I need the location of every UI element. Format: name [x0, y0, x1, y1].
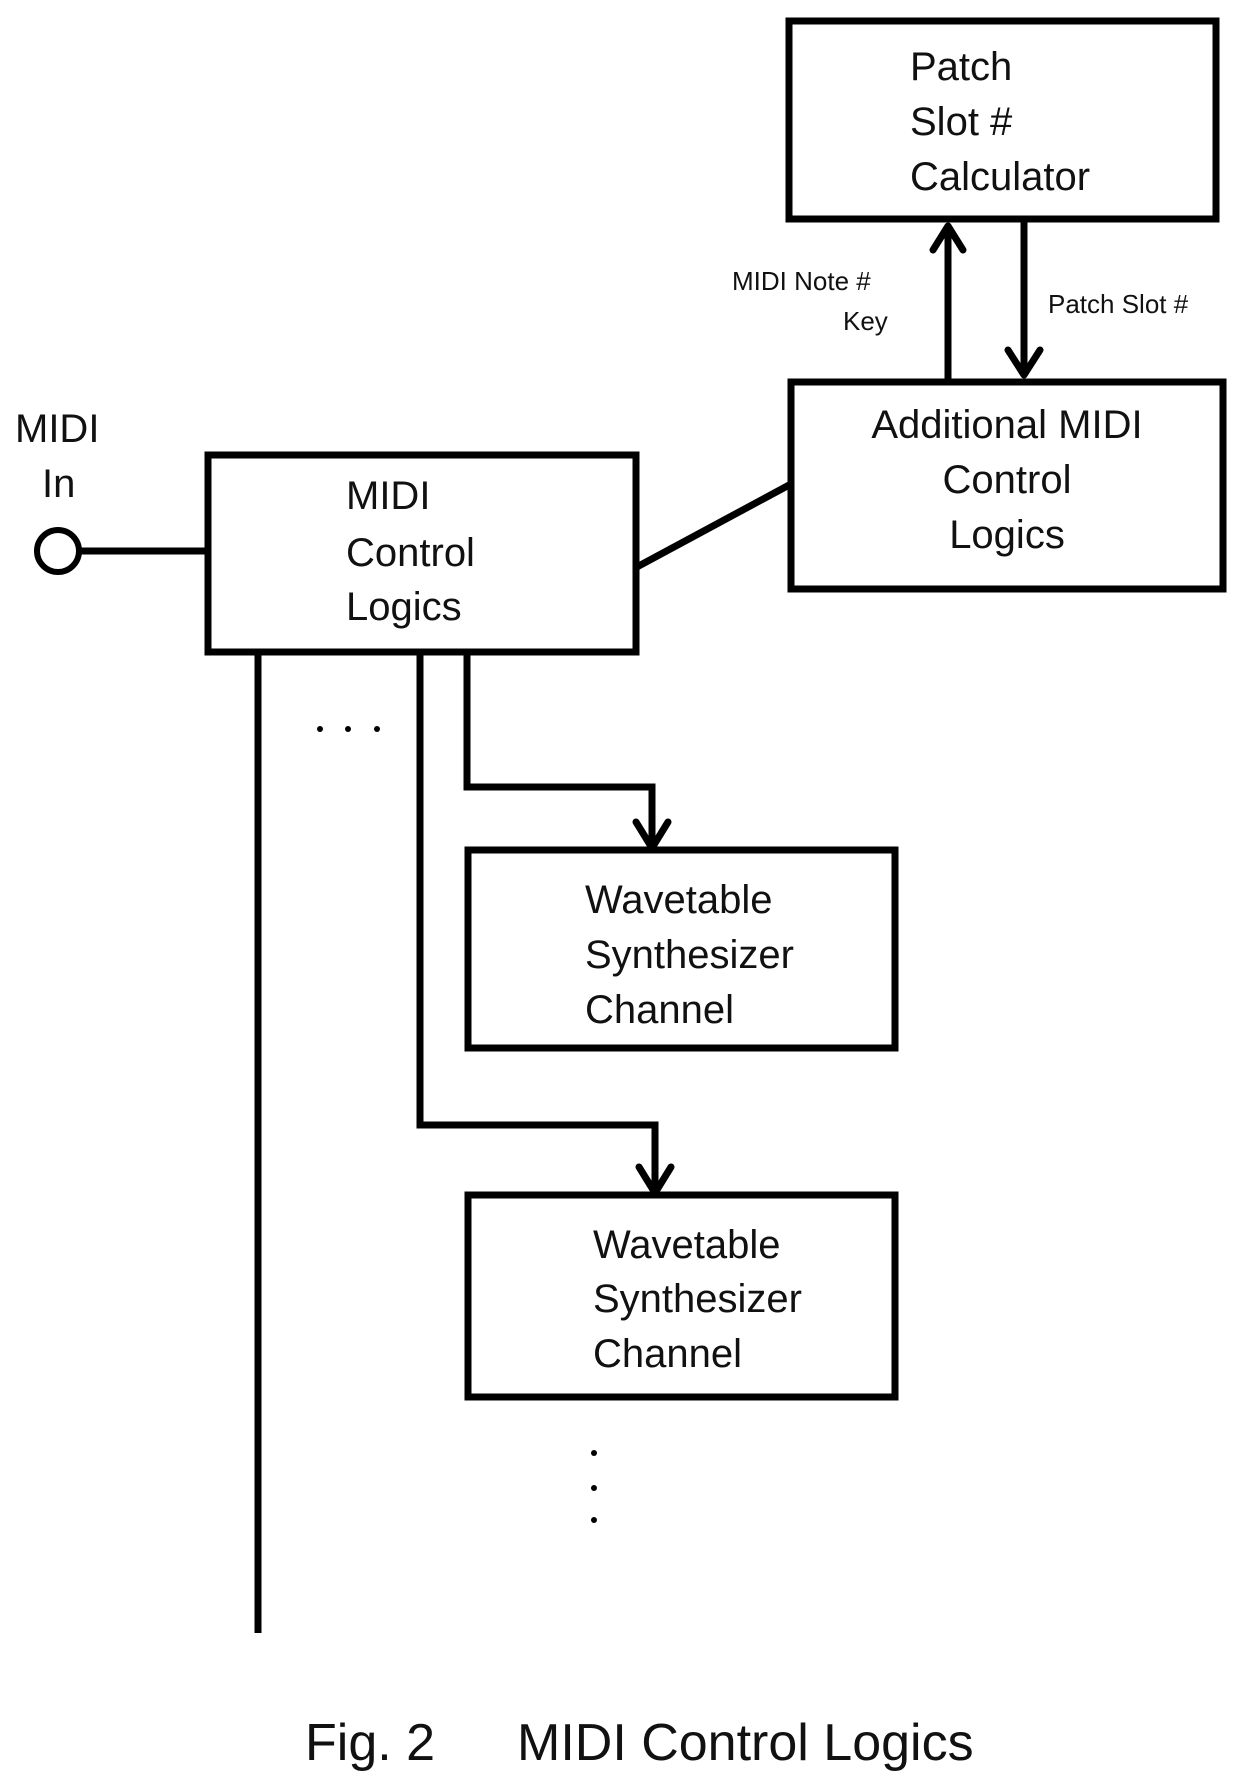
figure-title: MIDI Control Logics [517, 1714, 974, 1772]
midi-control-logics-block: MIDI Control Logics [204, 451, 640, 656]
midi-in-port: MIDI In [15, 407, 208, 575]
key-label: Key [843, 306, 888, 336]
input-jack-icon [34, 527, 82, 575]
synth-channel-2-line-2: Synthesizer [593, 1277, 802, 1321]
horizontal-ellipsis [317, 726, 380, 732]
synth-channel-2-line-3: Channel [593, 1332, 742, 1376]
midi-control-line-3: Logics [346, 585, 462, 629]
synth-channel-1-line-3: Channel [585, 988, 734, 1032]
synth-channel-2-line-1: Wavetable [593, 1223, 781, 1267]
patch-slot-calculator-line-3: Calculator [910, 155, 1090, 199]
midi-control-line-2: Control [346, 531, 475, 575]
ellipsis-dot [591, 1450, 597, 1456]
patch-slot-calculator-line-1: Patch [910, 45, 1012, 89]
wire-to-synth-channel-1 [463, 652, 672, 852]
synth-channel-1-line-2: Synthesizer [585, 933, 794, 977]
figure-number: Fig. 2 [305, 1714, 435, 1772]
ellipsis-dot [317, 726, 323, 732]
elbow-wire-1 [463, 652, 656, 848]
ellipsis-dot [374, 726, 380, 732]
vertical-ellipsis [591, 1450, 597, 1523]
ellipsis-dot [591, 1517, 597, 1523]
midi-in-label-line-2: In [42, 462, 75, 506]
midi-control-logics-diagram: Patch Slot # Calculator MIDI Note # Key … [15, 17, 1227, 1772]
additional-midi-control-logics-block: Additional MIDI Control Logics [787, 378, 1227, 593]
ellipsis-dot [591, 1485, 597, 1491]
patch-slot-calculator-line-2: Slot # [910, 100, 1013, 144]
patch-slot-arrow: Patch Slot # [1004, 219, 1189, 379]
patch-slot-calculator-block: Patch Slot # Calculator [785, 17, 1220, 223]
additional-logics-line-2: Control [943, 458, 1072, 502]
additional-logics-line-1: Additional MIDI [871, 403, 1142, 447]
additional-logics-line-3: Logics [949, 513, 1065, 557]
patch-slot-label: Patch Slot # [1048, 289, 1189, 319]
midi-note-label: MIDI Note # [732, 266, 871, 296]
figure-caption: Fig. 2 MIDI Control Logics [305, 1714, 974, 1772]
wavetable-synth-channel-1: Wavetable Synthesizer Channel [464, 846, 899, 1052]
ellipsis-dot [345, 726, 351, 732]
wavetable-synth-channel-2: Wavetable Synthesizer Channel [464, 1191, 899, 1401]
midi-control-line-1: MIDI [346, 474, 430, 518]
synth-channel-1-line-1: Wavetable [585, 878, 773, 922]
midi-in-label-line-1: MIDI [15, 407, 99, 451]
note-key-arrow: MIDI Note # Key [732, 222, 967, 381]
